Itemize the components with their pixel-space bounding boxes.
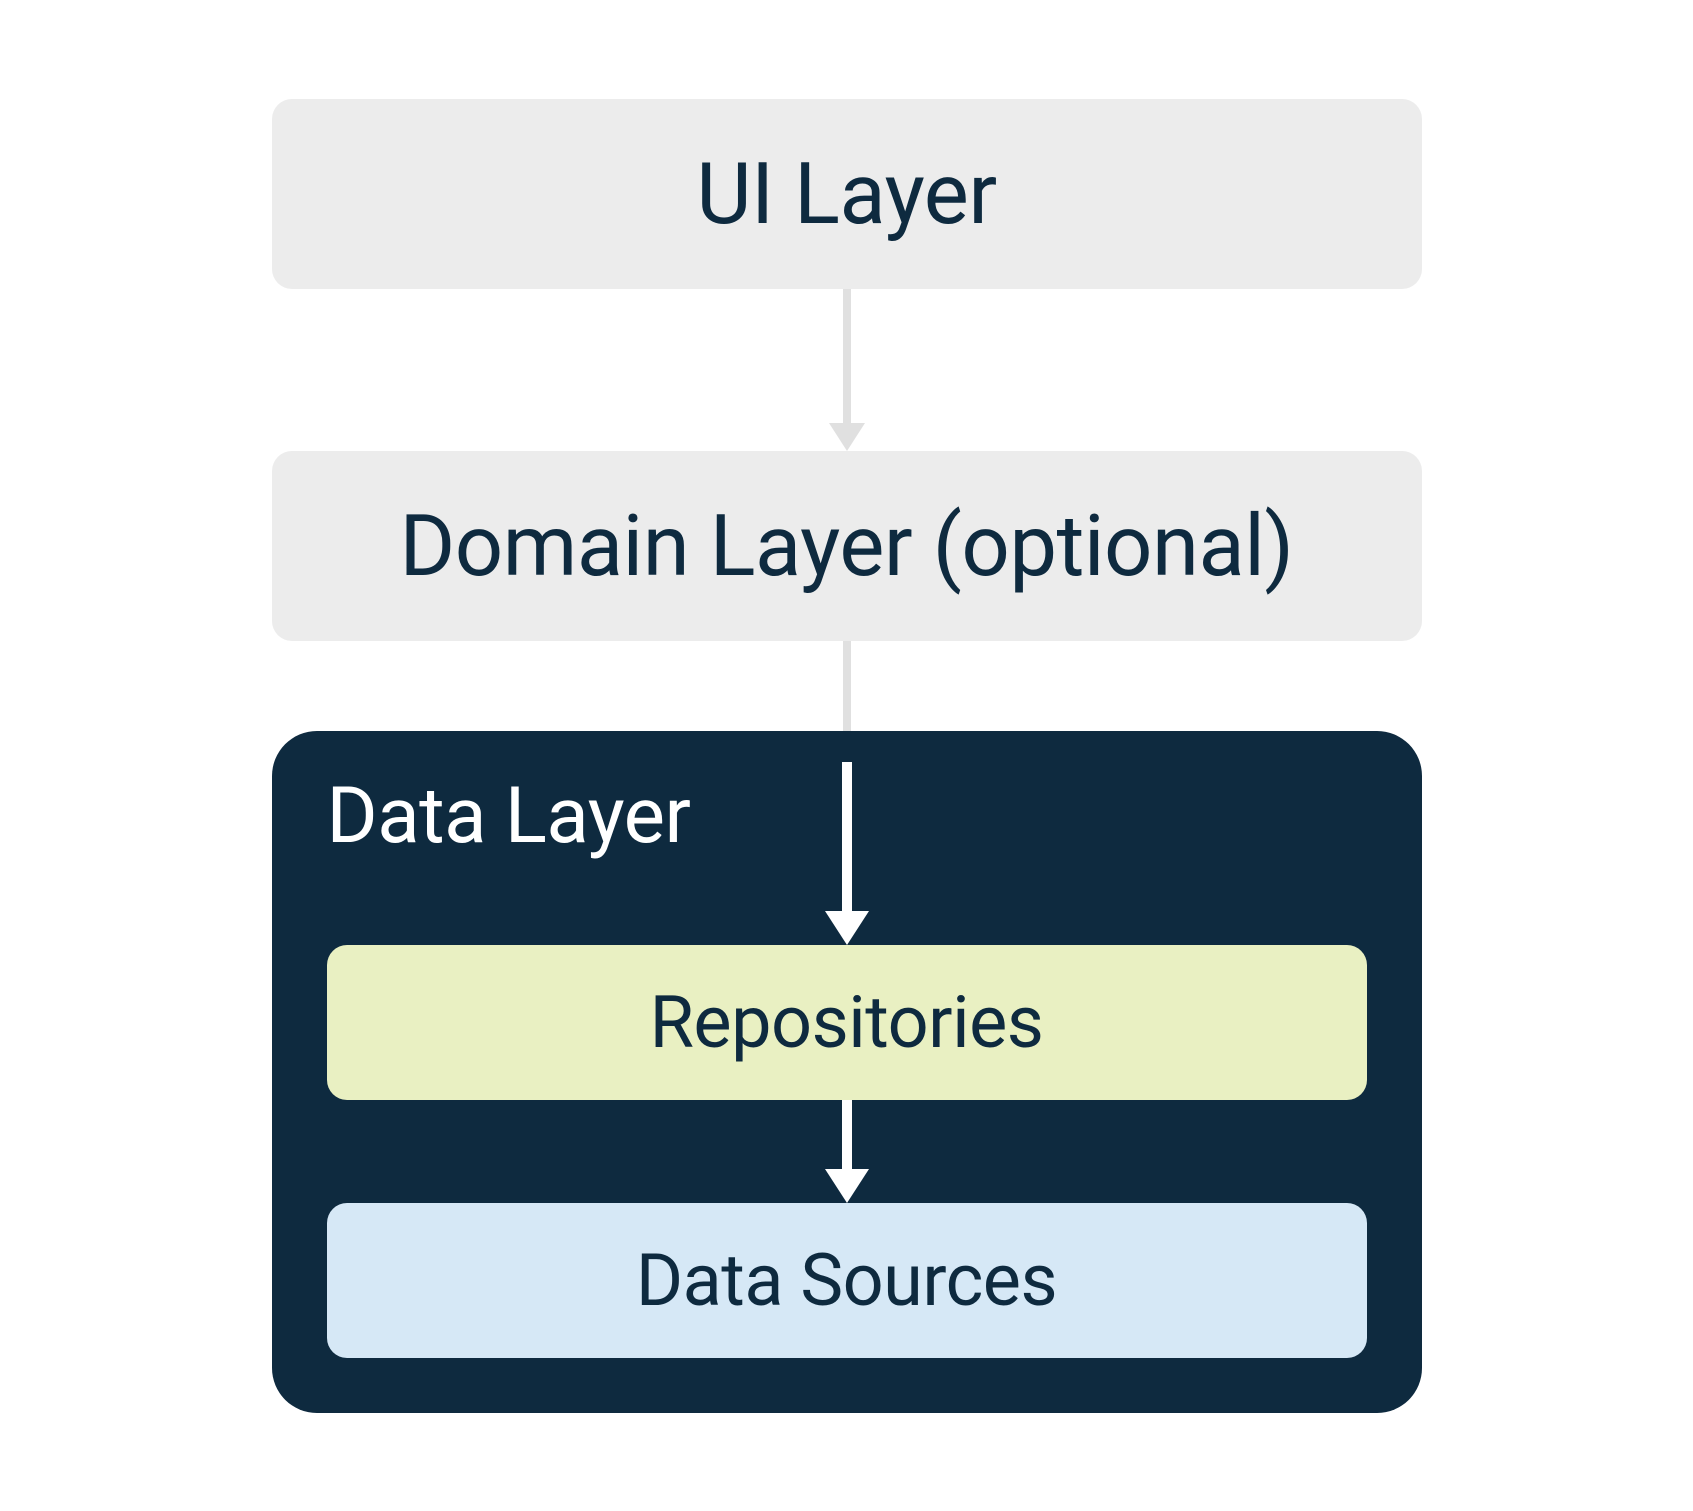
repositories-label: Repositories <box>650 980 1044 1065</box>
arrow-ui-to-domain <box>829 289 865 451</box>
data-sources-box: Data Sources <box>327 1203 1367 1358</box>
domain-layer-label: Domain Layer (optional) <box>400 496 1294 596</box>
domain-layer-box: Domain Layer (optional) <box>272 451 1422 641</box>
arrow-domain-to-repositories <box>825 762 869 945</box>
architecture-diagram: UI Layer Domain Layer (optional) Data La… <box>272 99 1422 1413</box>
arrow-line-icon <box>842 762 852 912</box>
arrow-line-icon <box>842 1100 852 1170</box>
arrow-head-icon <box>825 1169 869 1203</box>
arrow-repositories-to-datasources <box>825 1100 869 1203</box>
arrow-domain-to-data-part1 <box>843 641 851 741</box>
data-sources-label: Data Sources <box>636 1238 1057 1323</box>
arrow-line-icon <box>843 289 851 424</box>
repositories-box: Repositories <box>327 945 1367 1100</box>
ui-layer-label: UI Layer <box>696 144 996 244</box>
data-layer-container: Data Layer Repositories Data Sources <box>272 731 1422 1413</box>
arrow-head-icon <box>829 423 865 451</box>
ui-layer-box: UI Layer <box>272 99 1422 289</box>
arrow-line-icon <box>843 641 851 741</box>
data-layer-inner: Repositories Data Sources <box>327 872 1367 1358</box>
arrow-head-icon <box>825 911 869 945</box>
